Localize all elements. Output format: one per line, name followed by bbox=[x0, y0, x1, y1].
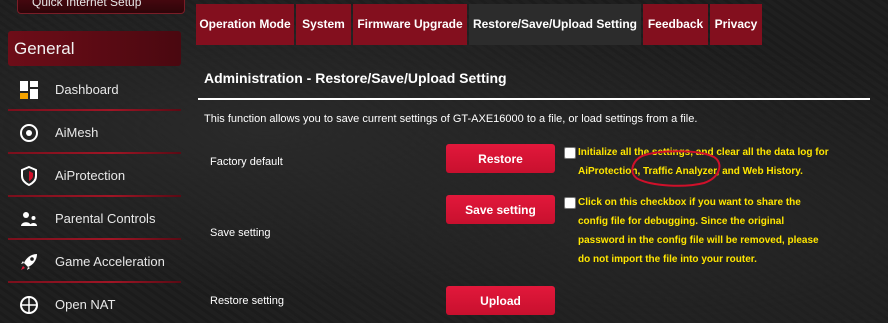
restore-setting-label: Restore setting bbox=[210, 295, 284, 307]
page-description: This function allows you to save current… bbox=[204, 113, 698, 125]
restore-button[interactable]: Restore bbox=[446, 144, 555, 173]
tab-privacy[interactable]: Privacy bbox=[710, 4, 762, 45]
tab-system[interactable]: System bbox=[296, 4, 351, 45]
note-line: Initialize all the settings, and clear a… bbox=[578, 147, 829, 158]
sidebar: Quick Internet Setup General Dashboard A… bbox=[0, 0, 185, 323]
note-line: Click on this checkbox if you want to sh… bbox=[578, 197, 801, 208]
parental-controls-icon bbox=[18, 208, 40, 230]
title-divider bbox=[198, 98, 870, 100]
sidebar-item-label: Parental Controls bbox=[55, 211, 156, 226]
dashboard-icon bbox=[18, 79, 40, 101]
sidebar-item-label: Game Acceleration bbox=[55, 254, 165, 269]
sidebar-item-game-acceleration[interactable]: Game Acceleration bbox=[8, 240, 181, 283]
sidebar-item-label: Dashboard bbox=[55, 82, 119, 97]
sidebar-item-label: AiProtection bbox=[55, 168, 126, 183]
shield-icon bbox=[18, 165, 40, 187]
note-line: password in the config file will be remo… bbox=[578, 235, 819, 246]
upload-button[interactable]: Upload bbox=[446, 286, 555, 315]
factory-default-label: Factory default bbox=[210, 156, 283, 168]
sidebar-section-general: General bbox=[8, 31, 181, 66]
sidebar-item-dashboard[interactable]: Dashboard bbox=[8, 68, 181, 111]
rocket-icon bbox=[18, 251, 40, 273]
sidebar-item-parental-controls[interactable]: Parental Controls bbox=[8, 197, 181, 240]
initialize-all-checkbox[interactable] bbox=[564, 147, 576, 159]
share-config-checkbox[interactable] bbox=[564, 197, 576, 209]
quick-internet-setup-button[interactable]: Quick Internet Setup bbox=[17, 0, 185, 14]
sidebar-item-aimesh[interactable]: AiMesh bbox=[8, 111, 181, 154]
sidebar-item-aiprotection[interactable]: AiProtection bbox=[8, 154, 181, 197]
tab-restore-save-upload[interactable]: Restore/Save/Upload Setting bbox=[469, 4, 641, 45]
note-line: AiProtection, Traffic Analyzer, and Web … bbox=[578, 166, 803, 177]
tab-feedback[interactable]: Feedback bbox=[643, 4, 708, 45]
save-setting-note: Click on this checkbox if you want to sh… bbox=[578, 193, 819, 269]
tab-operation-mode[interactable]: Operation Mode bbox=[196, 4, 294, 45]
sidebar-item-label: AiMesh bbox=[55, 125, 99, 140]
page-title: Administration - Restore/Save/Upload Set… bbox=[204, 70, 507, 86]
note-line: do not import the file into your router. bbox=[578, 254, 757, 265]
sidebar-item-open-nat[interactable]: Open NAT bbox=[8, 283, 181, 323]
aimesh-icon bbox=[18, 122, 40, 144]
save-setting-button[interactable]: Save setting bbox=[446, 195, 555, 224]
save-setting-label: Save setting bbox=[210, 227, 271, 239]
factory-default-note: Initialize all the settings, and clear a… bbox=[578, 143, 829, 181]
open-nat-icon bbox=[18, 294, 40, 316]
sidebar-item-label: Open NAT bbox=[55, 297, 116, 312]
tab-firmware-upgrade[interactable]: Firmware Upgrade bbox=[353, 4, 467, 45]
note-line: config file for debugging. Since the ori… bbox=[578, 216, 785, 227]
